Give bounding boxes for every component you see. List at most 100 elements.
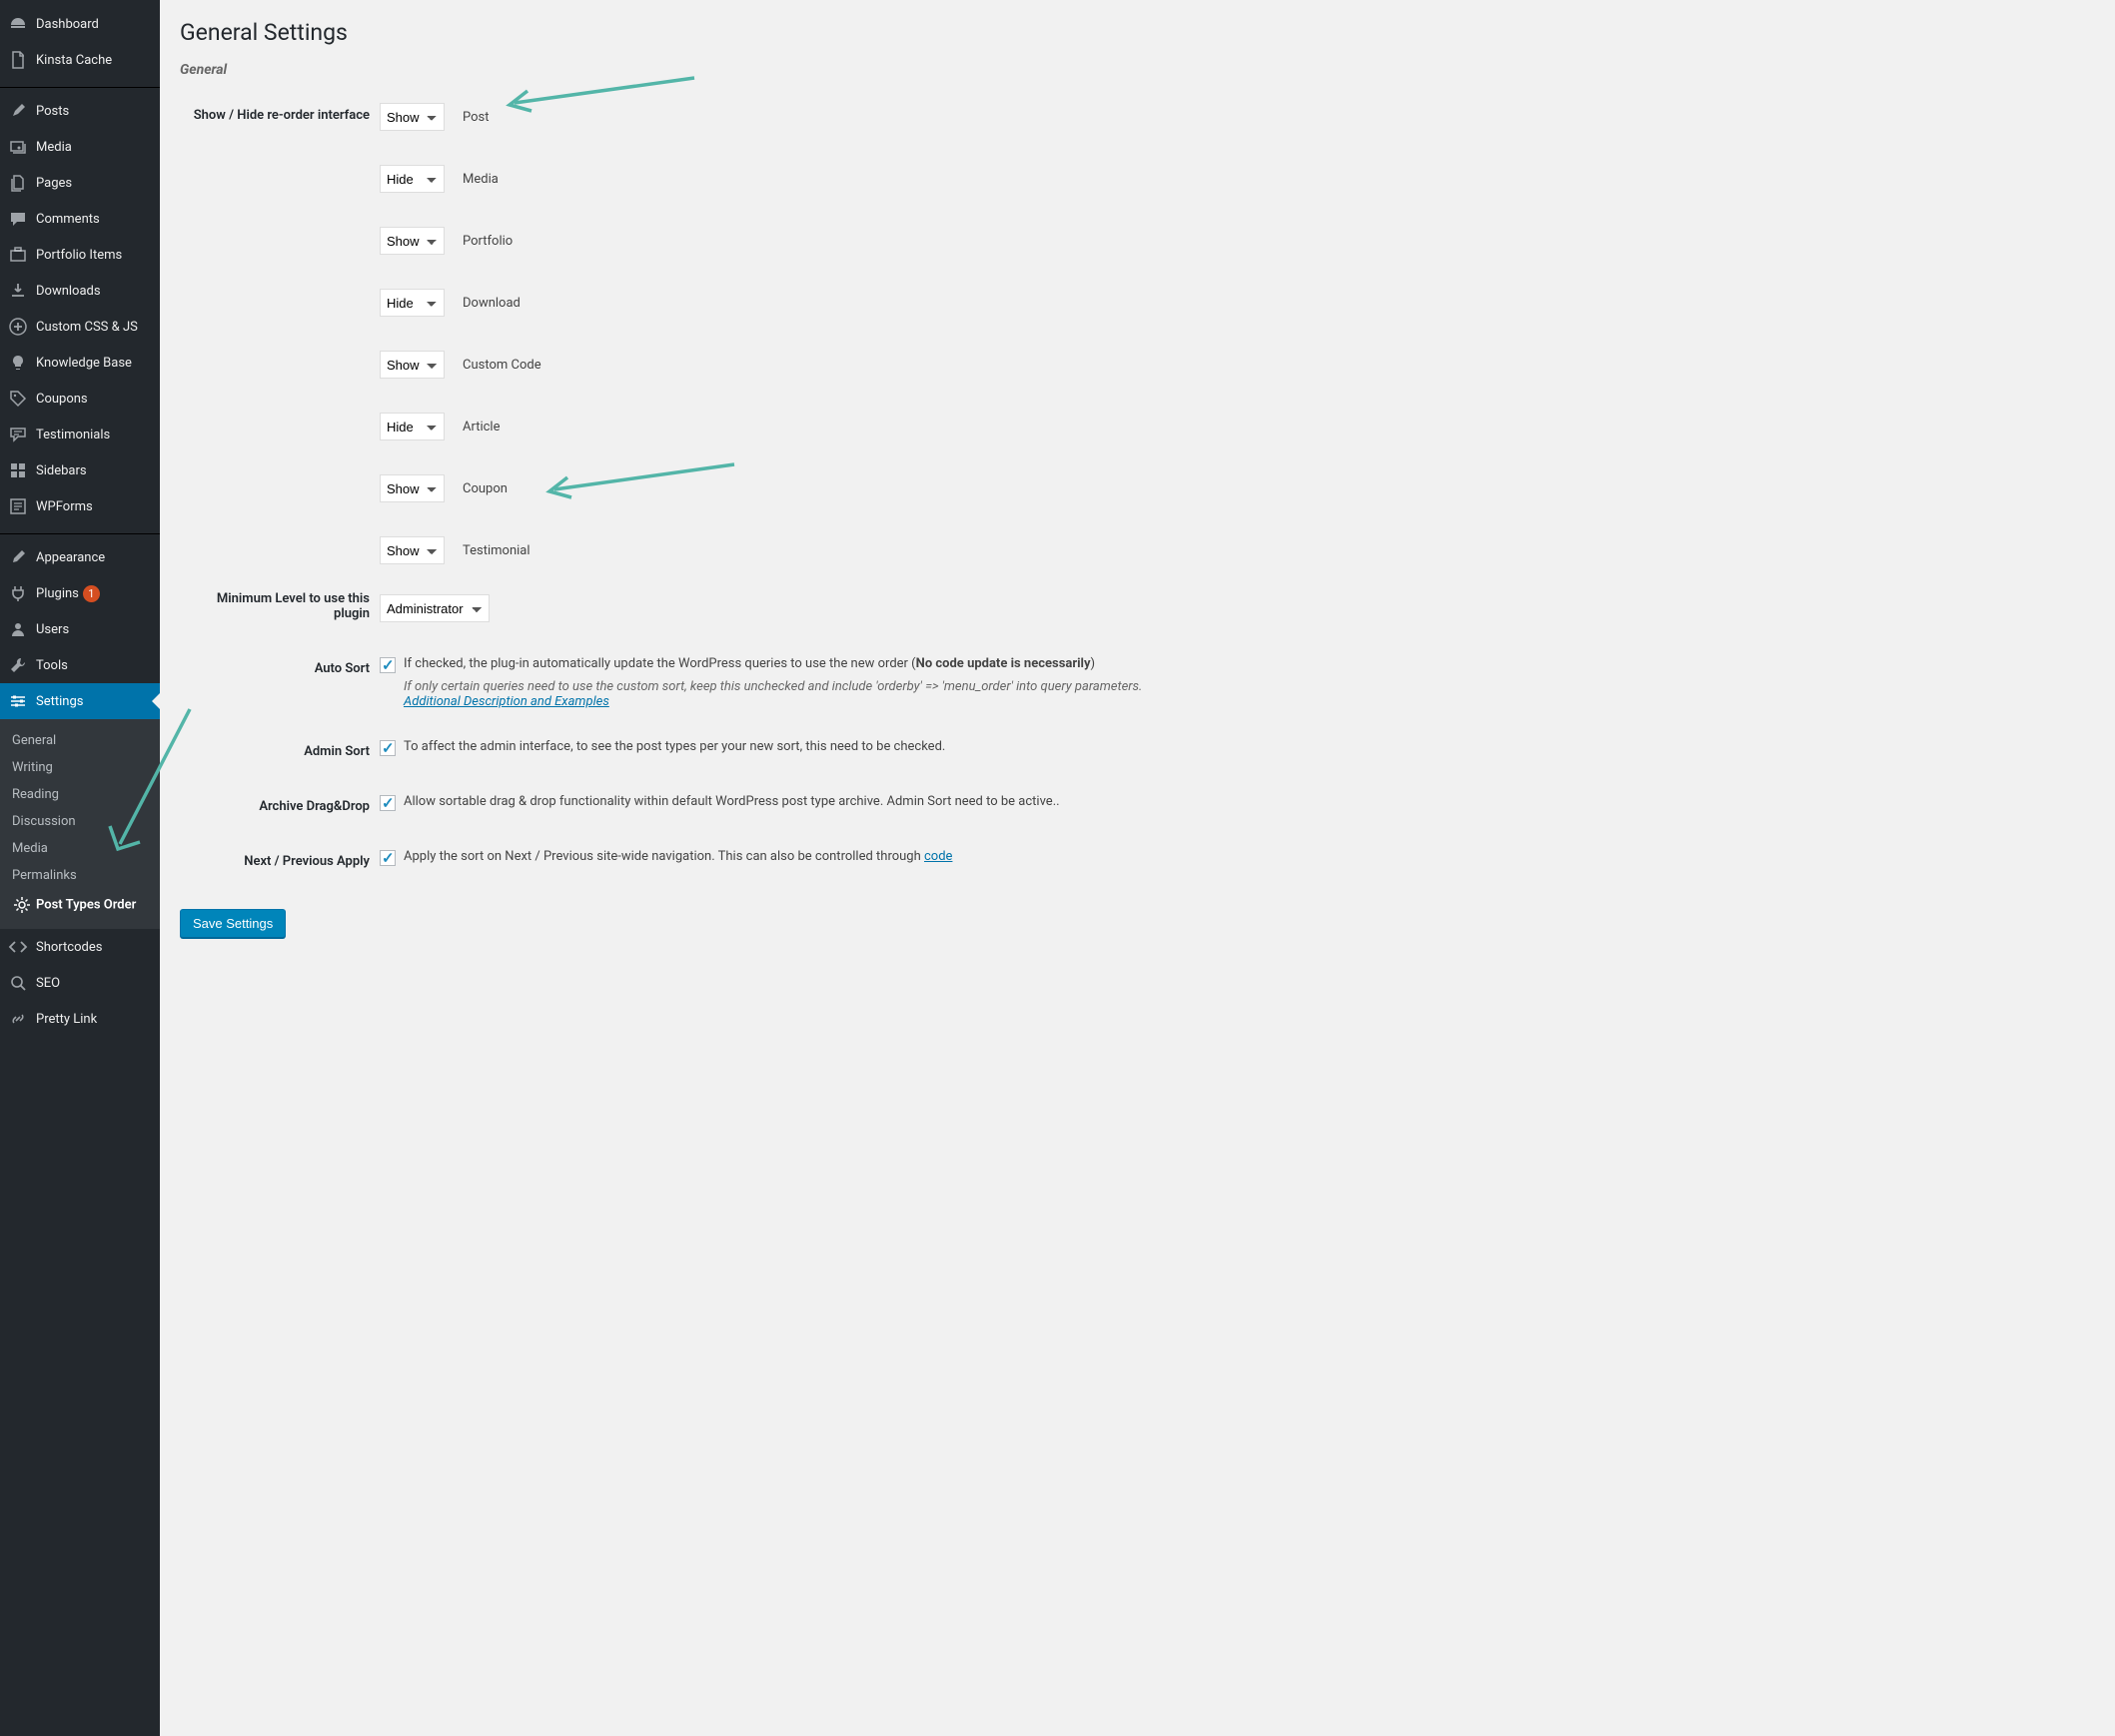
seo-icon [8, 973, 28, 993]
show-hide-select-coupon[interactable]: ShowHide [380, 474, 445, 502]
post-type-row-media: ShowHideMedia [380, 165, 2095, 193]
brush-icon [8, 547, 28, 567]
submenu-label: Permalinks [12, 868, 77, 883]
post-type-label: Custom Code [463, 358, 541, 373]
sidebar-item-settings[interactable]: Settings [0, 683, 160, 719]
submenu-label: Writing [12, 760, 53, 775]
user-icon [8, 619, 28, 639]
portfolio-icon [8, 245, 28, 265]
show-hide-select-custom-code[interactable]: ShowHide [380, 351, 445, 379]
sidebar-item-plugins[interactable]: Plugins 1 [0, 575, 160, 611]
bulb-icon [8, 353, 28, 373]
post-type-row-testimonial: ShowHideTestimonial [380, 536, 2095, 564]
show-hide-select-portfolio[interactable]: ShowHide [380, 227, 445, 255]
sidebar-item-sidebars[interactable]: Sidebars [0, 452, 160, 488]
show-hide-select-testimonial[interactable]: ShowHide [380, 536, 445, 564]
update-badge: 1 [83, 585, 100, 602]
show-hide-select-article[interactable]: ShowHide [380, 413, 445, 440]
download-icon [8, 281, 28, 301]
auto-sort-checkbox[interactable] [380, 657, 396, 673]
min-level-select[interactable]: Administrator [380, 594, 490, 622]
post-types-cell: ShowHidePostShowHideMediaShowHidePortfol… [380, 88, 2095, 579]
sidebar-item-downloads[interactable]: Downloads [0, 273, 160, 309]
next-prev-checkbox[interactable] [380, 850, 396, 866]
label-auto-sort: Auto Sort [180, 641, 380, 724]
next-prev-code-link[interactable]: code [924, 849, 952, 864]
dashboard-icon [8, 14, 28, 34]
submenu-item-post-types-order[interactable]: Post Types Order [0, 889, 160, 921]
sidebar-item-wpforms[interactable]: WPForms [0, 488, 160, 524]
submenu-item-discussion[interactable]: Discussion [0, 808, 160, 835]
code-icon [8, 937, 28, 957]
sidebar-item-media[interactable]: Media [0, 129, 160, 165]
auto-sort-link[interactable]: Additional Description and Examples [404, 694, 609, 709]
label-archive: Archive Drag&Drop [180, 779, 380, 834]
sidebar-item-label: Downloads [36, 284, 101, 299]
submenu-item-writing[interactable]: Writing [0, 754, 160, 781]
sidebar-item-portfolio-items[interactable]: Portfolio Items [0, 237, 160, 273]
post-type-label: Post [463, 110, 490, 125]
plug-icon [8, 583, 28, 603]
sidebar-item-dashboard[interactable]: Dashboard [0, 6, 160, 42]
wrench-icon [8, 655, 28, 675]
show-hide-select-media[interactable]: ShowHide [380, 165, 445, 193]
sidebar-item-coupons[interactable]: Coupons [0, 381, 160, 417]
auto-sort-desc: If only certain queries need to use the … [380, 679, 2095, 709]
sidebar-item-label: Coupons [36, 392, 88, 407]
archive-checkbox[interactable] [380, 795, 396, 811]
sidebar-item-label: SEO [36, 976, 60, 991]
submenu-item-permalinks[interactable]: Permalinks [0, 862, 160, 889]
admin-sort-checkbox[interactable] [380, 740, 396, 756]
submenu-label: General [12, 733, 56, 748]
submenu-item-reading[interactable]: Reading [0, 781, 160, 808]
label-admin-sort: Admin Sort [180, 724, 380, 779]
sidebar-item-label: Portfolio Items [36, 248, 122, 263]
post-type-label: Coupon [463, 481, 508, 496]
sidebar-item-seo[interactable]: SEO [0, 965, 160, 1001]
show-hide-select-download[interactable]: ShowHide [380, 289, 445, 317]
sidebar-item-label: Shortcodes [36, 940, 102, 955]
grid-icon [8, 460, 28, 480]
sliders-icon [8, 691, 28, 711]
sidebar-item-label: Dashboard [36, 17, 99, 32]
sidebar-item-pages[interactable]: Pages [0, 165, 160, 201]
sidebar-item-users[interactable]: Users [0, 611, 160, 647]
post-type-label: Download [463, 296, 521, 311]
sidebar-item-label: WPForms [36, 499, 93, 514]
comment-icon [8, 209, 28, 229]
sidebar-item-pretty-link[interactable]: Pretty Link [0, 1001, 160, 1037]
sidebar-item-label: Comments [36, 212, 100, 227]
page-icon [8, 50, 28, 70]
form-icon [8, 496, 28, 516]
label-next-prev: Next / Previous Apply [180, 834, 380, 889]
save-settings-button[interactable]: Save Settings [180, 909, 286, 938]
auto-sort-text: If checked, the plug-in automatically up… [404, 656, 1095, 671]
sidebar-item-shortcodes[interactable]: Shortcodes [0, 929, 160, 965]
sidebar-item-custom-css-js[interactable]: Custom CSS & JS [0, 309, 160, 345]
sidebar-item-posts[interactable]: Posts [0, 93, 160, 129]
sidebar-item-label: Users [36, 622, 69, 637]
sidebar-item-label: Plugins [36, 586, 79, 601]
settings-submenu: General Writing Reading Discussion Media Perm… [0, 719, 160, 929]
submenu-label: Discussion [12, 814, 76, 829]
sidebar-item-kinsta-cache[interactable]: Kinsta Cache [0, 42, 160, 78]
sidebar-item-label: Knowledge Base [36, 356, 132, 371]
sidebar-item-testimonials[interactable]: Testimonials [0, 417, 160, 452]
post-type-row-coupon: ShowHide Coupon [380, 474, 2095, 502]
page-title: General Settings [180, 10, 2095, 50]
sidebar-item-comments[interactable]: Comments [0, 201, 160, 237]
show-hide-select-post[interactable]: ShowHide [380, 103, 445, 131]
submenu-item-media[interactable]: Media [0, 835, 160, 862]
sidebar-item-knowledge-base[interactable]: Knowledge Base [0, 345, 160, 381]
pagecopy-icon [8, 173, 28, 193]
label-show-hide: Show / Hide re-order interface [180, 88, 380, 579]
plus-icon [8, 317, 28, 337]
submenu-item-general[interactable]: General [0, 727, 160, 754]
sidebar-item-label: Pretty Link [36, 1012, 97, 1027]
post-type-row-post: ShowHide Post [380, 103, 2095, 131]
sidebar-item-appearance[interactable]: Appearance [0, 539, 160, 575]
sidebar-item-label: Tools [36, 658, 68, 673]
sidebar-item-tools[interactable]: Tools [0, 647, 160, 683]
link-icon [8, 1009, 28, 1029]
archive-text: Allow sortable drag & drop functionality… [404, 794, 1060, 809]
